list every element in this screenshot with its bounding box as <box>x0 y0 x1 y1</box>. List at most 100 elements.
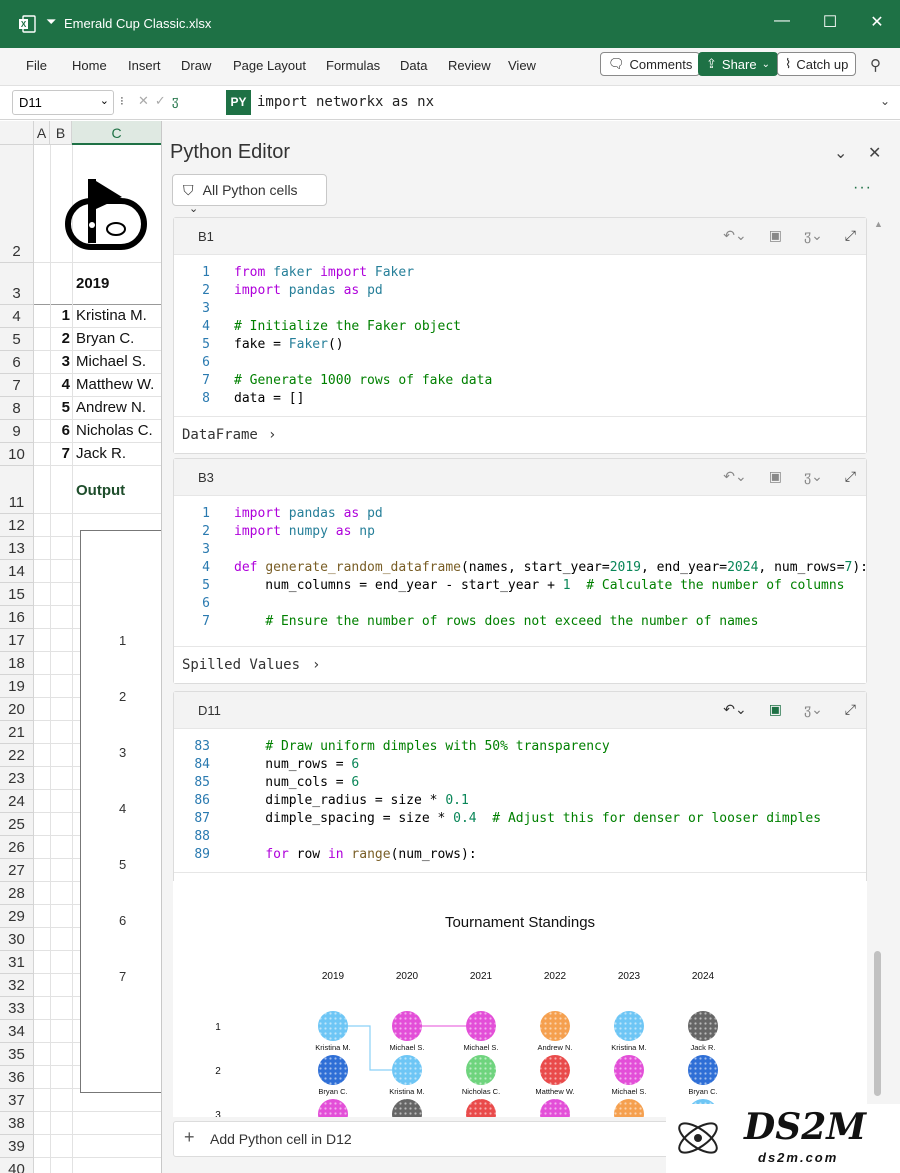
code-line[interactable]: 87 dimple_spacing = size * 0.4 # Adjust … <box>174 811 866 829</box>
row-header[interactable]: 31 <box>0 951 34 974</box>
code-line[interactable]: 3 <box>174 301 866 319</box>
sheet-grid[interactable]: A B C 2 3 4 5 6 7 8 9 10 11 12 13 14 15 16 17 18 19 20 21 22… <box>0 121 162 1173</box>
rank-cell[interactable]: 1 <box>50 307 70 324</box>
row-header[interactable]: 14 <box>0 560 34 583</box>
rank-cell[interactable]: 5 <box>50 399 70 416</box>
row-header[interactable]: 33 <box>0 997 34 1020</box>
catch-up-button[interactable]: ⌇ Catch up <box>777 52 857 76</box>
expand-formula-icon[interactable]: ⌄ <box>880 94 890 108</box>
code-editor[interactable]: 1 import pandas as pd 2 import numpy as np 3… <box>174 496 868 632</box>
python-cell-card-b3[interactable]: B3 ↶⌄ ▣ ჳ⌄ ⤢ 1 import pandas as pd 2 import… <box>173 458 868 684</box>
code-editor[interactable]: 83 # Draw uniform dimples with 50% trans… <box>174 729 866 865</box>
player-name-cell[interactable]: Bryan C. <box>76 330 134 347</box>
rank-cell[interactable]: 2 <box>50 330 70 347</box>
code-line[interactable]: 4 def generate_random_dataframe(names, st… <box>174 560 868 578</box>
player-name-cell[interactable]: Kristina M. <box>76 307 147 324</box>
row-header[interactable]: 8 <box>0 397 34 420</box>
code-line[interactable]: 6 <box>174 596 866 614</box>
code-line[interactable]: 1 from faker import Faker <box>174 265 866 283</box>
cell-output-row[interactable]: DataFrame › <box>174 416 866 453</box>
maximize-button[interactable]: ☐ <box>818 12 842 32</box>
row-header[interactable]: 10 <box>0 443 34 466</box>
player-name-cell[interactable]: Jack R. <box>76 445 126 462</box>
output-image-frame[interactable]: 1 2 3 4 5 6 7 <box>80 530 161 1093</box>
row-header[interactable]: 18 <box>0 652 34 675</box>
person-search-icon[interactable]: ⚲ <box>870 56 881 74</box>
row-header[interactable]: 36 <box>0 1066 34 1089</box>
code-line[interactable]: 83 # Draw uniform dimples with 50% trans… <box>174 739 866 757</box>
tab-draw[interactable]: Draw <box>181 58 211 73</box>
save-icon[interactable]: ▣ <box>769 468 782 485</box>
row-header[interactable]: 27 <box>0 859 34 882</box>
row-header[interactable]: 3 <box>0 263 34 305</box>
column-header-c[interactable]: C <box>72 121 161 145</box>
column-header-a[interactable]: A <box>34 121 50 145</box>
rank-cell[interactable]: 3 <box>50 353 70 370</box>
row-header[interactable]: 21 <box>0 721 34 744</box>
name-box[interactable]: D11 ⌄ <box>12 90 114 115</box>
code-line[interactable]: 7 # Ensure the number of rows does not e… <box>174 614 866 632</box>
code-line[interactable]: 2 import pandas as pd <box>174 283 866 301</box>
quick-access-icon[interactable]: ⏷ <box>46 14 56 30</box>
select-all-corner[interactable] <box>0 121 34 145</box>
output-label[interactable]: Output <box>76 482 125 499</box>
row-header[interactable]: 37 <box>0 1089 34 1112</box>
player-name-cell[interactable]: Matthew W. <box>76 376 154 393</box>
tab-review[interactable]: Review <box>448 58 491 73</box>
python-cell-filter[interactable]: ⛉ All Python cells ⌄ <box>172 174 327 215</box>
close-pane-icon[interactable]: ✕ <box>868 143 881 163</box>
formula-input[interactable]: import networkx as nx <box>257 94 434 110</box>
row-header[interactable]: 24 <box>0 790 34 813</box>
player-name-cell[interactable]: Andrew N. <box>76 399 146 416</box>
python-output-icon[interactable]: ჳ⌄ <box>804 468 823 485</box>
code-line[interactable]: 2 import numpy as np <box>174 524 866 542</box>
row-header[interactable]: 13 <box>0 537 34 560</box>
share-button[interactable]: ⇪ Share ⌄ <box>698 52 778 76</box>
code-line[interactable]: 89 for row in range(num_rows): <box>174 847 866 865</box>
row-header[interactable]: 15 <box>0 583 34 606</box>
undo-icon[interactable]: ↶⌄ <box>723 701 746 718</box>
rank-cell[interactable]: 4 <box>50 376 70 393</box>
code-line[interactable]: 88 <box>174 829 866 847</box>
cancel-icon[interactable]: ✕ <box>138 93 155 108</box>
row-header[interactable]: 28 <box>0 882 34 905</box>
save-icon[interactable]: ▣ <box>769 227 782 244</box>
row-header[interactable]: 9 <box>0 420 34 443</box>
code-line[interactable]: 5 fake = Faker() <box>174 337 866 355</box>
column-header-b[interactable]: B <box>50 121 72 145</box>
python-output-icon[interactable]: ჳ⌄ <box>804 701 823 718</box>
undo-icon[interactable]: ↶⌄ <box>723 227 746 244</box>
save-icon[interactable]: ▣ <box>769 701 782 718</box>
row-header[interactable]: 7 <box>0 374 34 397</box>
tab-insert[interactable]: Insert <box>128 58 161 73</box>
player-name-cell[interactable]: Nicholas C. <box>76 422 153 439</box>
expand-icon[interactable]: ⤢ <box>845 227 856 244</box>
scrollbar-thumb[interactable] <box>874 951 881 1096</box>
tab-formulas[interactable]: Formulas <box>326 58 380 73</box>
check-icon[interactable]: ✓ <box>155 93 172 108</box>
row-header[interactable]: 17 <box>0 629 34 652</box>
code-line[interactable]: 84 num_rows = 6 <box>174 757 866 775</box>
row-header[interactable]: 23 <box>0 767 34 790</box>
tab-data[interactable]: Data <box>400 58 427 73</box>
undo-icon[interactable]: ↶⌄ <box>723 468 746 485</box>
row-header[interactable]: 12 <box>0 514 34 537</box>
tab-view[interactable]: View <box>508 58 536 73</box>
row-header[interactable]: 39 <box>0 1135 34 1158</box>
row-header[interactable]: 11 <box>0 466 34 514</box>
code-editor[interactable]: 1 from faker import Faker 2 import pandas a… <box>174 255 866 409</box>
cell-output-row[interactable]: Spilled Values › <box>174 646 866 683</box>
python-output-icon[interactable]: ჳ <box>172 93 185 108</box>
comments-button[interactable]: 🗨 Comments <box>600 52 701 76</box>
row-header[interactable]: 40 <box>0 1158 34 1173</box>
code-line[interactable]: 4 # Initialize the Faker object <box>174 319 866 337</box>
row-header[interactable]: 34 <box>0 1020 34 1043</box>
chevron-down-icon[interactable]: ⌄ <box>834 143 847 163</box>
row-header[interactable]: 6 <box>0 351 34 374</box>
code-line[interactable]: 1 import pandas as pd <box>174 506 866 524</box>
minimize-button[interactable]: — <box>770 12 794 30</box>
row-header[interactable]: 25 <box>0 813 34 836</box>
rank-cell[interactable]: 7 <box>50 445 70 462</box>
row-header[interactable]: 20 <box>0 698 34 721</box>
expand-icon[interactable]: ⤢ <box>845 701 856 718</box>
